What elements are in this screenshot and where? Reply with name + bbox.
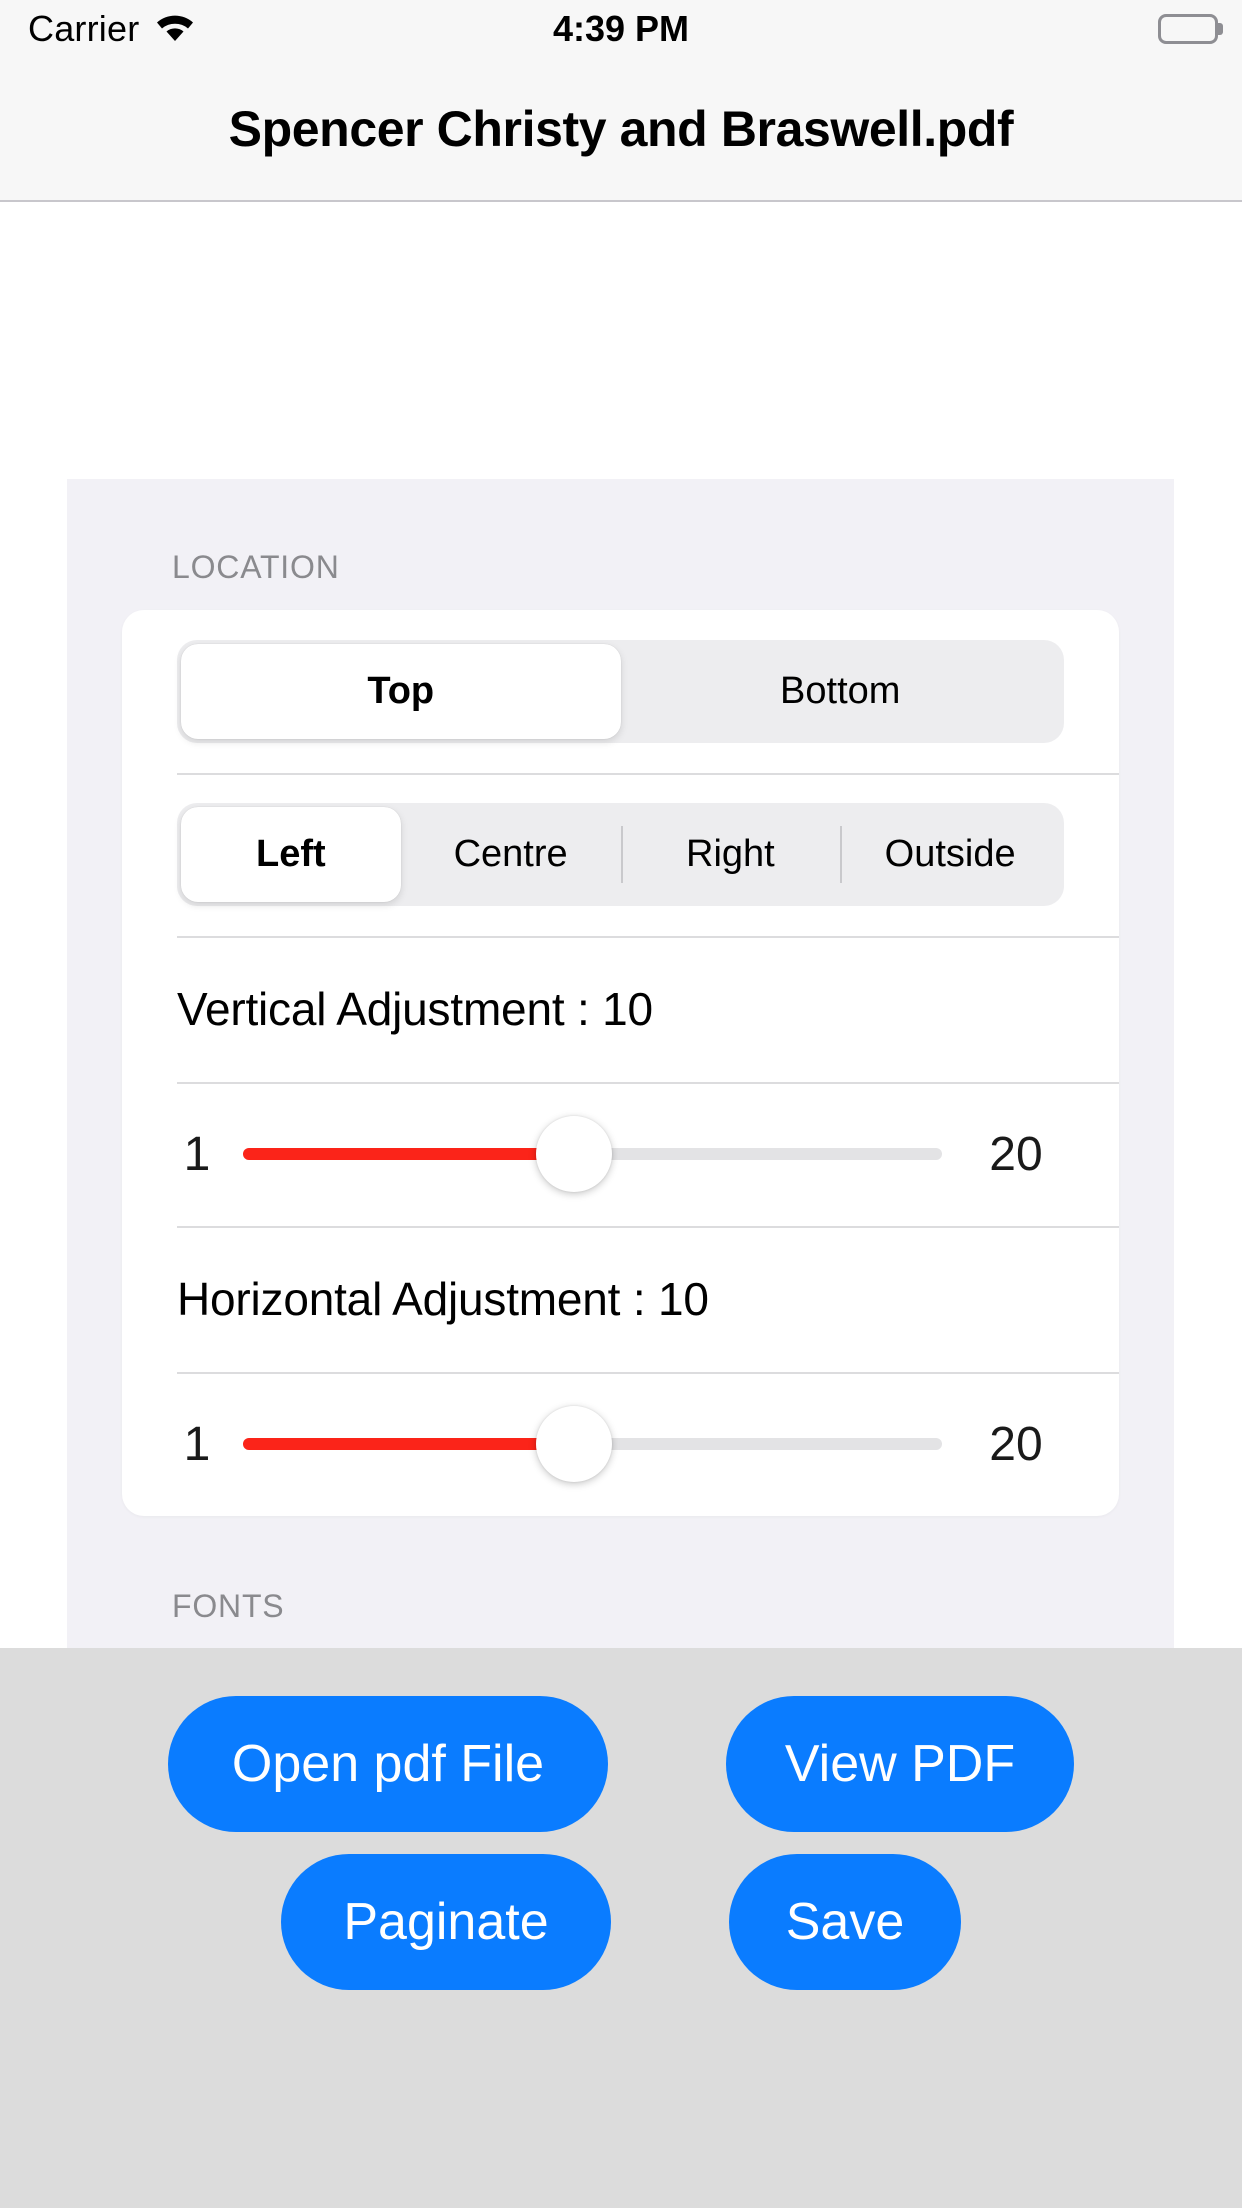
segment-bottom[interactable]: Bottom: [621, 644, 1061, 739]
save-button[interactable]: Save: [729, 1854, 961, 1990]
status-bar: Carrier 4:39 PM: [0, 0, 1242, 58]
clock: 4:39 PM: [552, 8, 690, 49]
horizontal-adjustment-label-row: Horizontal Adjustment : 10: [122, 1226, 1119, 1372]
slider-track-fill: [243, 1148, 575, 1160]
toolbar-row-primary: Open pdf File View PDF: [0, 1696, 1242, 1832]
horizontal-adjustment-label: Horizontal Adjustment : 10: [177, 1273, 709, 1325]
horizontal-slider-min-label: 1: [183, 1417, 211, 1471]
alignment-segmented-control[interactable]: Left Centre Right Outside: [177, 803, 1064, 906]
status-bar-right: [1158, 14, 1223, 44]
horizontal-adjustment-slider[interactable]: [243, 1404, 942, 1484]
vertical-adjustment-slider-row: 1 20: [122, 1082, 1119, 1226]
vertical-slider-min-label: 1: [183, 1127, 211, 1181]
slider-track-fill: [243, 1438, 575, 1450]
segment-centre[interactable]: Centre: [401, 807, 621, 902]
view-pdf-button[interactable]: View PDF: [726, 1696, 1074, 1832]
settings-list[interactable]: LOCATION Top Bottom Left Centre Right Ou…: [67, 479, 1174, 1648]
vertical-position-row: Top Bottom: [122, 610, 1119, 773]
battery-full-icon: [1158, 14, 1223, 44]
vertical-slider-max-label: 20: [989, 1127, 1043, 1181]
open-pdf-file-button[interactable]: Open pdf File: [168, 1696, 608, 1832]
vertical-adjustment-label: Vertical Adjustment : 10: [177, 983, 653, 1035]
section-header-fonts: FONTS: [172, 1588, 285, 1624]
page-title: Spencer Christy and Braswell.pdf: [228, 101, 1014, 157]
segment-left[interactable]: Left: [181, 807, 401, 902]
horizontal-slider-max-label: 20: [989, 1417, 1043, 1471]
vertical-adjustment-label-row: Vertical Adjustment : 10: [122, 936, 1119, 1082]
toolbar-row-secondary: Paginate Save: [0, 1854, 1242, 1990]
alignment-row: Left Centre Right Outside: [122, 773, 1119, 936]
segment-top[interactable]: Top: [181, 644, 621, 739]
segment-outside[interactable]: Outside: [840, 807, 1060, 902]
app-screen: Carrier 4:39 PM Spencer Christy and Bras…: [0, 0, 1242, 2208]
section-header-location: LOCATION: [172, 549, 340, 585]
navigation-bar: Spencer Christy and Braswell.pdf: [0, 58, 1242, 202]
slider-thumb[interactable]: [536, 1406, 613, 1482]
paginate-button[interactable]: Paginate: [281, 1854, 611, 1990]
slider-thumb[interactable]: [536, 1116, 613, 1192]
segment-right[interactable]: Right: [620, 807, 841, 902]
horizontal-adjustment-slider-row: 1 20: [122, 1372, 1119, 1516]
bottom-toolbar: Open pdf File View PDF Paginate Save: [0, 1648, 1242, 2208]
location-card: Top Bottom Left Centre Right Outside Ver…: [122, 610, 1119, 1516]
vertical-position-segmented-control[interactable]: Top Bottom: [177, 640, 1064, 743]
content-area: LOCATION Top Bottom Left Centre Right Ou…: [0, 202, 1242, 1648]
vertical-adjustment-slider[interactable]: [243, 1114, 942, 1194]
